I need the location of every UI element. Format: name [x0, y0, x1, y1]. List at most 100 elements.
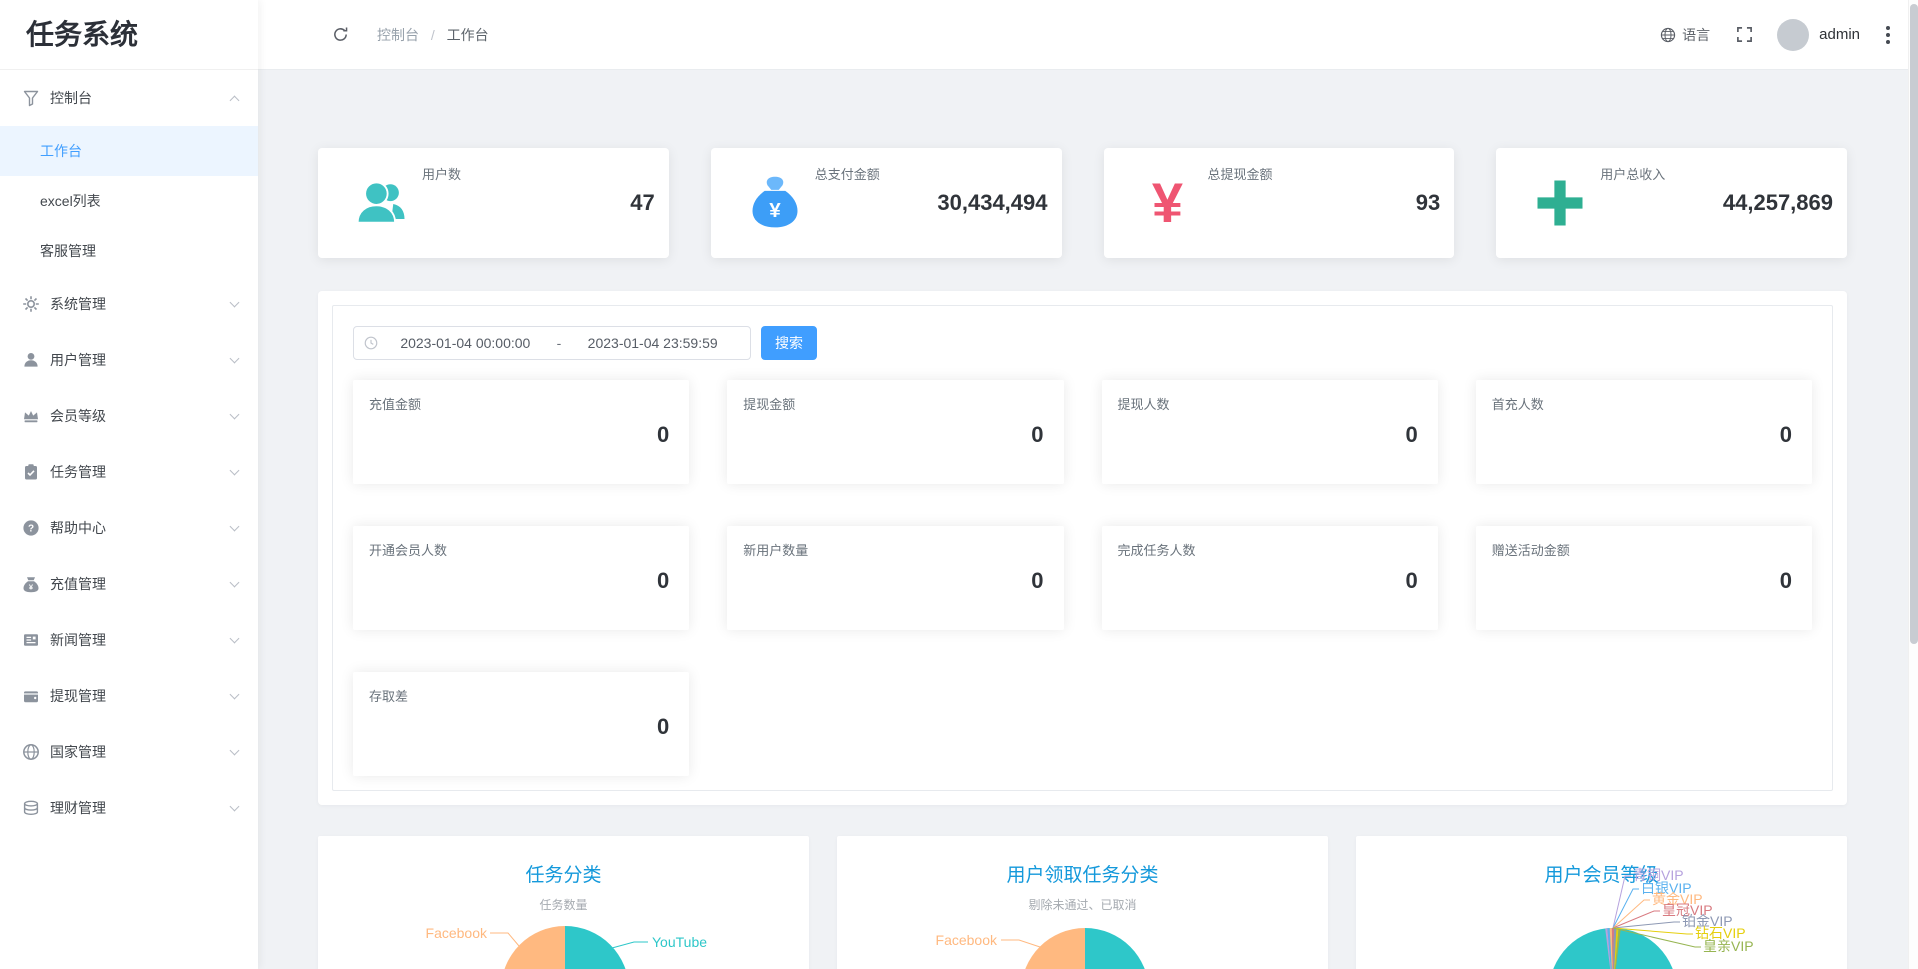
sidebar-subitem-excel-list[interactable]: excel列表 [0, 176, 258, 226]
search-button[interactable]: 搜索 [761, 326, 817, 360]
date-end-value[interactable]: 2023-01-04 23:59:59 [565, 335, 740, 351]
user-icon [22, 351, 40, 369]
metric-value: 0 [1780, 568, 1792, 594]
date-start-value[interactable]: 2023-01-04 00:00:00 [378, 335, 553, 351]
metric-value: 0 [1406, 568, 1418, 594]
sidebar-item-help[interactable]: ? 帮助中心 [0, 500, 258, 556]
stat-card-value: 93 [1416, 190, 1440, 216]
pie-label-facebook: Facebook [936, 932, 998, 948]
metric-box-deposit-diff: 存取差 0 [353, 672, 689, 776]
sidebar-item-withdraw[interactable]: 提现管理 [0, 668, 258, 724]
globe-icon [22, 743, 40, 761]
metric-box-withdraw-people: 提现人数 0 [1102, 380, 1438, 484]
chart-subtitle: 剔除未通过、已取消 [837, 896, 1328, 913]
chevron-down-icon [230, 690, 240, 700]
charts-row: 任务分类 任务数量 Facebook YouTube 用户领取任务分类 剔除未通… [318, 836, 1847, 969]
pie-sliver [1613, 928, 1621, 969]
chevron-down-icon [230, 802, 240, 812]
sidebar-item-label: 系统管理 [50, 294, 231, 314]
pie-label-youtube: YouTube [652, 934, 707, 950]
metric-box-new-users: 新用户数量 0 [727, 526, 1063, 630]
metric-label: 首充人数 [1492, 394, 1544, 413]
svg-text:?: ? [28, 524, 34, 535]
sidebar-subitem-customer-service[interactable]: 客服管理 [0, 226, 258, 276]
metric-label: 提现金额 [743, 394, 795, 413]
chart-title: 用户会员等级 [1356, 860, 1847, 887]
metric-label: 开通会员人数 [369, 540, 447, 559]
pie-label-platinum-vip: 铂金VIP [1682, 913, 1733, 929]
sidebar: 任务系统 控制台 工作台 excel列表 客服管理 系统管理 [0, 0, 258, 969]
sidebar-item-console[interactable]: 控制台 [0, 70, 258, 126]
chevron-down-icon [230, 746, 240, 756]
metric-label: 存取差 [369, 686, 408, 705]
date-range-input[interactable]: 2023-01-04 00:00:00 - 2023-01-04 23:59:5… [353, 326, 751, 360]
pie-sliver [1613, 928, 1619, 969]
pie-label-crown-vip: 皇冠VIP [1662, 902, 1713, 918]
pie-label-line [1001, 940, 1040, 947]
language-switcher[interactable]: 语言 [1660, 25, 1710, 45]
stat-card-user-income: 用户总收入 44,257,869 [1496, 148, 1847, 258]
sidebar-item-system[interactable]: 系统管理 [0, 276, 258, 332]
metric-box-gift-amount: 赠送活动金额 0 [1476, 526, 1812, 630]
metric-label: 赠送活动金额 [1492, 540, 1570, 559]
stat-card-label: 用户总收入 [1600, 164, 1665, 183]
sidebar-item-country[interactable]: 国家管理 [0, 724, 258, 780]
sidebar-item-finance[interactable]: 理财管理 [0, 780, 258, 836]
metric-label: 充值金额 [369, 394, 421, 413]
sidebar-item-recharge[interactable]: ¥ 充值管理 [0, 556, 258, 612]
sidebar-item-member-level[interactable]: 会员等级 [0, 388, 258, 444]
metric-label: 提现人数 [1118, 394, 1170, 413]
metric-label: 新用户数量 [743, 540, 808, 559]
metric-value: 0 [1780, 422, 1792, 448]
chevron-down-icon [230, 410, 240, 420]
stat-card-label: 总提现金额 [1208, 164, 1273, 183]
wallet-icon [22, 687, 40, 705]
chart-task-categories: 任务分类 任务数量 Facebook YouTube [318, 836, 809, 969]
avatar[interactable] [1777, 19, 1809, 51]
clipboard-check-icon [22, 463, 40, 481]
breadcrumb-workbench: 工作台 [447, 27, 489, 43]
metric-value: 0 [657, 568, 669, 594]
date-range-separator: - [553, 335, 566, 351]
metric-label: 完成任务人数 [1118, 540, 1196, 559]
sidebar-item-label: 任务管理 [50, 462, 231, 482]
plus-icon [1530, 173, 1590, 233]
pie-label-line [1613, 889, 1639, 928]
sidebar-item-news[interactable]: 新闻管理 [0, 612, 258, 668]
metric-value: 0 [657, 422, 669, 448]
username[interactable]: admin [1819, 26, 1860, 43]
pie-label-line [490, 933, 519, 946]
sidebar-menu: 控制台 工作台 excel列表 客服管理 系统管理 用户管理 [0, 70, 258, 836]
sidebar-item-users[interactable]: 用户管理 [0, 332, 258, 388]
chart-user-task-categories: 用户领取任务分类 剔除未通过、已取消 Facebook [837, 836, 1328, 969]
pie-slice-main [1549, 928, 1677, 969]
metric-box-withdraw-amount: 提现金额 0 [727, 380, 1063, 484]
fullscreen-icon[interactable] [1736, 26, 1753, 43]
pie-sliver [1613, 928, 1616, 969]
language-label: 语言 [1682, 25, 1710, 45]
refresh-icon[interactable] [332, 26, 349, 43]
scrollbar-thumb[interactable] [1910, 4, 1918, 644]
metric-value: 0 [1031, 422, 1043, 448]
kebab-menu-icon[interactable] [1886, 26, 1890, 44]
metric-grid: 充值金额 0 提现金额 0 提现人数 0 首充人数 [353, 380, 1812, 776]
chevron-up-icon [230, 95, 240, 105]
chart-subtitle: 任务数量 [318, 896, 809, 913]
pie-label-line [1613, 928, 1693, 934]
stat-card-total-withdraw: ¥ 总提现金额 93 [1104, 148, 1455, 258]
sidebar-item-label: 国家管理 [50, 742, 231, 762]
date-search-row: 2023-01-04 00:00:00 - 2023-01-04 23:59:5… [353, 326, 1812, 360]
chevron-down-icon [230, 298, 240, 308]
sidebar-subitem-workbench[interactable]: 工作台 [0, 126, 258, 176]
funnel-icon [22, 89, 40, 107]
pie-label-facebook: Facebook [426, 925, 488, 941]
chart-title: 用户领取任务分类 [837, 860, 1328, 887]
vertical-scrollbar[interactable] [1908, 0, 1918, 969]
pie-label-line [1613, 922, 1680, 928]
pie-label-line [1613, 928, 1701, 947]
hamburger-menu-icon[interactable] [284, 30, 306, 40]
metric-box-first-charge: 首充人数 0 [1476, 380, 1812, 484]
breadcrumb-console[interactable]: 控制台 [377, 27, 419, 43]
sidebar-item-tasks[interactable]: 任务管理 [0, 444, 258, 500]
pie-sliver [1605, 928, 1613, 969]
